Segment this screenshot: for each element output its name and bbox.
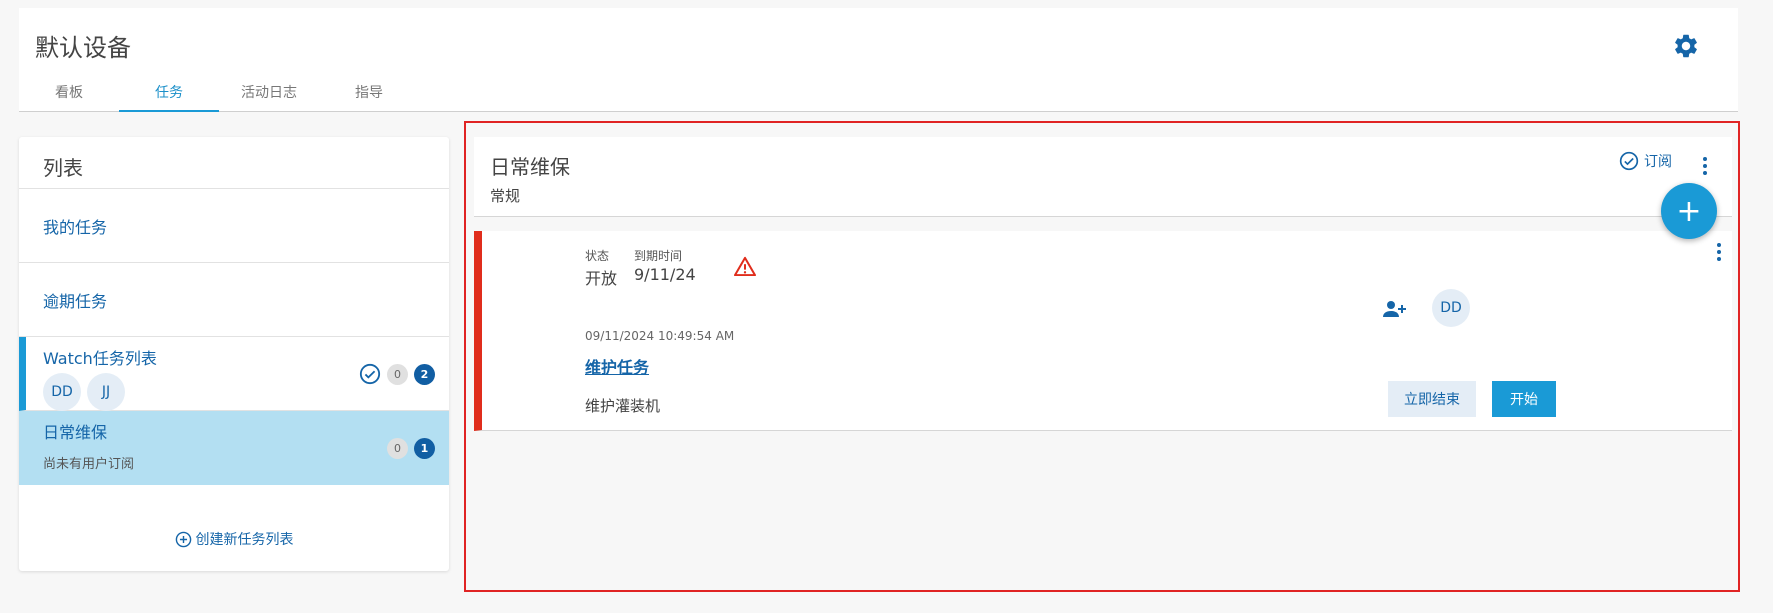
tab-tasks[interactable]: 任务 bbox=[119, 76, 219, 112]
add-user-icon[interactable] bbox=[1382, 299, 1406, 319]
status-label: 状态 bbox=[585, 249, 610, 263]
subscribe-label: 订阅 bbox=[1644, 154, 1672, 170]
lists-panel: 列表 我的任务 逾期任务 Watch任务列表 DD JJ 0 2 日常维保 尚未… bbox=[19, 137, 449, 571]
task-list-detail: 日常维保 常规 订阅 状态 开放 到期时间 9/11/24 09/11/2024… bbox=[464, 121, 1740, 592]
list-item-watch[interactable]: Watch任务列表 DD JJ 0 2 bbox=[19, 337, 449, 411]
more-vert-icon[interactable] bbox=[1714, 241, 1724, 263]
start-button[interactable]: 开始 bbox=[1492, 381, 1556, 417]
due-date-label: 到期时间 bbox=[634, 249, 683, 263]
list-subtitle: 常规 bbox=[490, 187, 521, 205]
header-card: 默认设备 看板 任务 活动日志 指导 bbox=[19, 8, 1738, 112]
daily-list-subtitle: 尚未有用户订阅 bbox=[43, 457, 135, 472]
daily-list-name: 日常维保 bbox=[43, 423, 108, 442]
list-item-daily-maintenance[interactable]: 日常维保 尚未有用户订阅 0 1 bbox=[19, 411, 449, 485]
warning-icon bbox=[734, 256, 756, 276]
list-title: 日常维保 bbox=[490, 155, 570, 179]
avatar: DD bbox=[43, 373, 81, 411]
lists-panel-title: 列表 bbox=[19, 137, 449, 189]
watch-list-counts: 0 2 bbox=[359, 363, 435, 385]
subscribe-button[interactable]: 订阅 bbox=[1619, 151, 1672, 171]
gear-icon[interactable] bbox=[1672, 32, 1700, 60]
create-task-list-button[interactable]: 创建新任务列表 bbox=[19, 529, 449, 549]
task-timestamp: 09/11/2024 10:49:54 AM bbox=[585, 329, 735, 343]
more-vert-icon[interactable] bbox=[1700, 155, 1710, 177]
count-badge: 0 bbox=[387, 363, 408, 385]
status-value: 开放 bbox=[585, 269, 618, 288]
create-task-list-label: 创建新任务列表 bbox=[195, 532, 294, 548]
page-title: 默认设备 bbox=[35, 34, 131, 62]
count-badge: 0 bbox=[387, 438, 408, 459]
tab-guidance[interactable]: 指导 bbox=[319, 76, 419, 112]
add-task-fab[interactable]: + bbox=[1661, 183, 1717, 239]
check-circle-icon[interactable] bbox=[359, 363, 381, 385]
list-item-my-tasks[interactable]: 我的任务 bbox=[19, 189, 449, 263]
tab-kanban[interactable]: 看板 bbox=[19, 76, 119, 112]
plus-icon: + bbox=[1676, 193, 1702, 229]
avatar: DD bbox=[1432, 289, 1470, 327]
finish-now-button[interactable]: 立即结束 bbox=[1388, 381, 1476, 417]
check-circle-icon bbox=[1619, 151, 1639, 171]
daily-list-counts: 0 1 bbox=[387, 438, 435, 459]
plus-circle-icon bbox=[175, 531, 191, 547]
list-item-overdue-tasks[interactable]: 逾期任务 bbox=[19, 263, 449, 337]
task-description: 维护灌装机 bbox=[585, 397, 661, 415]
tab-bar: 看板 任务 活动日志 指导 bbox=[19, 76, 419, 112]
due-date-value: 9/11/24 bbox=[634, 265, 696, 284]
tab-activity-log[interactable]: 活动日志 bbox=[219, 76, 319, 112]
task-name-link[interactable]: 维护任务 bbox=[585, 354, 649, 378]
list-header: 日常维保 常规 订阅 bbox=[474, 137, 1732, 217]
avatar: JJ bbox=[87, 373, 125, 411]
task-card: 状态 开放 到期时间 9/11/24 09/11/2024 10:49:54 A… bbox=[474, 231, 1732, 431]
count-badge: 1 bbox=[414, 438, 435, 459]
count-badge: 2 bbox=[414, 363, 435, 385]
